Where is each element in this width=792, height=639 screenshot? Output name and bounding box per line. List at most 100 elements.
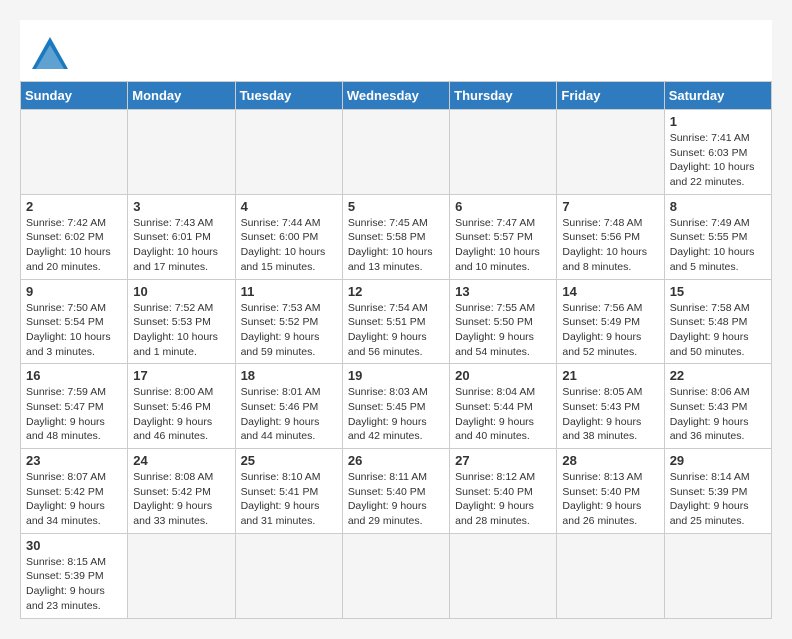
day-number: 2 [26, 199, 122, 214]
calendar-page: SundayMondayTuesdayWednesdayThursdayFrid… [20, 20, 772, 619]
day-info: Sunrise: 7:56 AM Sunset: 5:49 PM Dayligh… [562, 301, 658, 360]
calendar-cell: 3 Sunrise: 7:43 AM Sunset: 6:01 PM Daylig… [128, 194, 235, 279]
calendar-week-row: 1 Sunrise: 7:41 AM Sunset: 6:03 PM Daylig… [21, 110, 772, 195]
calendar-cell [342, 533, 449, 618]
calendar-cell: 24Sunrise: 8:08 AM Sunset: 5:42 PM Dayli… [128, 449, 235, 534]
day-info: Sunrise: 7:48 AM Sunset: 5:56 PM Dayligh… [562, 216, 658, 275]
calendar-cell [557, 533, 664, 618]
day-number: 15 [670, 284, 766, 299]
day-info: Sunrise: 8:08 AM Sunset: 5:42 PM Dayligh… [133, 470, 229, 529]
weekday-header: Wednesday [342, 82, 449, 110]
calendar-cell: 23 Sunrise: 8:07 AM Sunset: 5:42 PM Dayli… [21, 449, 128, 534]
day-info: Sunrise: 8:04 AM Sunset: 5:44 PM Dayligh… [455, 385, 551, 444]
calendar-week-row: 16Sunrise: 7:59 AM Sunset: 5:47 PM Dayli… [21, 364, 772, 449]
calendar-cell: 4 Sunrise: 7:44 AM Sunset: 6:00 PM Daylig… [235, 194, 342, 279]
day-info: Sunrise: 8:06 AM Sunset: 5:43 PM Dayligh… [670, 385, 766, 444]
day-info: Sunrise: 8:05 AM Sunset: 5:43 PM Dayligh… [562, 385, 658, 444]
day-info: Sunrise: 7:44 AM Sunset: 6:00 PM Dayligh… [241, 216, 337, 275]
calendar-cell: 6Sunrise: 7:47 AM Sunset: 5:57 PM Daylig… [450, 194, 557, 279]
calendar-cell: 25Sunrise: 8:10 AM Sunset: 5:41 PM Dayli… [235, 449, 342, 534]
weekday-header: Friday [557, 82, 664, 110]
day-info: Sunrise: 8:07 AM Sunset: 5:42 PM Dayligh… [26, 470, 122, 529]
calendar-week-row: 30Sunrise: 8:15 AM Sunset: 5:39 PM Dayli… [21, 533, 772, 618]
header [20, 20, 772, 81]
calendar-cell [21, 110, 128, 195]
calendar-cell: 9 Sunrise: 7:50 AM Sunset: 5:54 PM Daylig… [21, 279, 128, 364]
day-info: Sunrise: 7:41 AM Sunset: 6:03 PM Dayligh… [670, 131, 766, 190]
calendar-cell: 5 Sunrise: 7:45 AM Sunset: 5:58 PM Daylig… [342, 194, 449, 279]
day-info: Sunrise: 7:49 AM Sunset: 5:55 PM Dayligh… [670, 216, 766, 275]
day-number: 14 [562, 284, 658, 299]
day-info: Sunrise: 7:55 AM Sunset: 5:50 PM Dayligh… [455, 301, 551, 360]
day-info: Sunrise: 7:42 AM Sunset: 6:02 PM Dayligh… [26, 216, 122, 275]
day-number: 3 [133, 199, 229, 214]
day-info: Sunrise: 7:54 AM Sunset: 5:51 PM Dayligh… [348, 301, 444, 360]
day-info: Sunrise: 8:00 AM Sunset: 5:46 PM Dayligh… [133, 385, 229, 444]
calendar-cell: 29 Sunrise: 8:14 AM Sunset: 5:39 PM Dayli… [664, 449, 771, 534]
weekday-header: Sunday [21, 82, 128, 110]
day-info: Sunrise: 7:43 AM Sunset: 6:01 PM Dayligh… [133, 216, 229, 275]
calendar-cell: 10Sunrise: 7:52 AM Sunset: 5:53 PM Dayli… [128, 279, 235, 364]
day-info: Sunrise: 7:52 AM Sunset: 5:53 PM Dayligh… [133, 301, 229, 360]
day-number: 27 [455, 453, 551, 468]
calendar-cell: 16Sunrise: 7:59 AM Sunset: 5:47 PM Dayli… [21, 364, 128, 449]
calendar-cell: 7 Sunrise: 7:48 AM Sunset: 5:56 PM Daylig… [557, 194, 664, 279]
calendar-week-row: 2 Sunrise: 7:42 AM Sunset: 6:02 PM Daylig… [21, 194, 772, 279]
calendar-cell: 20Sunrise: 8:04 AM Sunset: 5:44 PM Dayli… [450, 364, 557, 449]
calendar-cell [557, 110, 664, 195]
day-number: 7 [562, 199, 658, 214]
calendar-cell: 11Sunrise: 7:53 AM Sunset: 5:52 PM Dayli… [235, 279, 342, 364]
weekday-header: Tuesday [235, 82, 342, 110]
day-info: Sunrise: 7:45 AM Sunset: 5:58 PM Dayligh… [348, 216, 444, 275]
calendar-week-row: 23 Sunrise: 8:07 AM Sunset: 5:42 PM Dayli… [21, 449, 772, 534]
calendar-cell: 21 Sunrise: 8:05 AM Sunset: 5:43 PM Dayli… [557, 364, 664, 449]
day-info: Sunrise: 8:11 AM Sunset: 5:40 PM Dayligh… [348, 470, 444, 529]
day-number: 17 [133, 368, 229, 383]
day-number: 1 [670, 114, 766, 129]
calendar-cell [128, 533, 235, 618]
calendar-cell: 8 Sunrise: 7:49 AM Sunset: 5:55 PM Daylig… [664, 194, 771, 279]
day-info: Sunrise: 8:03 AM Sunset: 5:45 PM Dayligh… [348, 385, 444, 444]
calendar-cell: 28Sunrise: 8:13 AM Sunset: 5:40 PM Dayli… [557, 449, 664, 534]
day-info: Sunrise: 7:53 AM Sunset: 5:52 PM Dayligh… [241, 301, 337, 360]
day-number: 21 [562, 368, 658, 383]
day-info: Sunrise: 8:01 AM Sunset: 5:46 PM Dayligh… [241, 385, 337, 444]
calendar-cell [664, 533, 771, 618]
day-number: 8 [670, 199, 766, 214]
calendar-cell [235, 533, 342, 618]
calendar-cell: 14 Sunrise: 7:56 AM Sunset: 5:49 PM Dayli… [557, 279, 664, 364]
calendar-cell: 12 Sunrise: 7:54 AM Sunset: 5:51 PM Dayli… [342, 279, 449, 364]
day-number: 22 [670, 368, 766, 383]
weekday-header-row: SundayMondayTuesdayWednesdayThursdayFrid… [21, 82, 772, 110]
calendar-cell: 2 Sunrise: 7:42 AM Sunset: 6:02 PM Daylig… [21, 194, 128, 279]
day-number: 29 [670, 453, 766, 468]
weekday-header: Saturday [664, 82, 771, 110]
day-number: 6 [455, 199, 551, 214]
calendar-table: SundayMondayTuesdayWednesdayThursdayFrid… [20, 81, 772, 619]
day-info: Sunrise: 7:50 AM Sunset: 5:54 PM Dayligh… [26, 301, 122, 360]
day-number: 4 [241, 199, 337, 214]
day-number: 23 [26, 453, 122, 468]
day-info: Sunrise: 8:12 AM Sunset: 5:40 PM Dayligh… [455, 470, 551, 529]
calendar-cell [235, 110, 342, 195]
logo-icon [30, 35, 70, 71]
calendar-cell: 13Sunrise: 7:55 AM Sunset: 5:50 PM Dayli… [450, 279, 557, 364]
day-number: 16 [26, 368, 122, 383]
day-number: 19 [348, 368, 444, 383]
calendar-cell [128, 110, 235, 195]
calendar-cell: 26Sunrise: 8:11 AM Sunset: 5:40 PM Dayli… [342, 449, 449, 534]
calendar-cell: 18Sunrise: 8:01 AM Sunset: 5:46 PM Dayli… [235, 364, 342, 449]
calendar-cell: 30Sunrise: 8:15 AM Sunset: 5:39 PM Dayli… [21, 533, 128, 618]
calendar-cell [450, 533, 557, 618]
weekday-header: Thursday [450, 82, 557, 110]
day-number: 9 [26, 284, 122, 299]
day-info: Sunrise: 7:58 AM Sunset: 5:48 PM Dayligh… [670, 301, 766, 360]
calendar-cell: 27 Sunrise: 8:12 AM Sunset: 5:40 PM Dayli… [450, 449, 557, 534]
day-info: Sunrise: 8:14 AM Sunset: 5:39 PM Dayligh… [670, 470, 766, 529]
day-number: 25 [241, 453, 337, 468]
day-number: 12 [348, 284, 444, 299]
day-number: 5 [348, 199, 444, 214]
calendar-cell: 17 Sunrise: 8:00 AM Sunset: 5:46 PM Dayli… [128, 364, 235, 449]
logo [30, 35, 78, 71]
calendar-cell: 19 Sunrise: 8:03 AM Sunset: 5:45 PM Dayli… [342, 364, 449, 449]
